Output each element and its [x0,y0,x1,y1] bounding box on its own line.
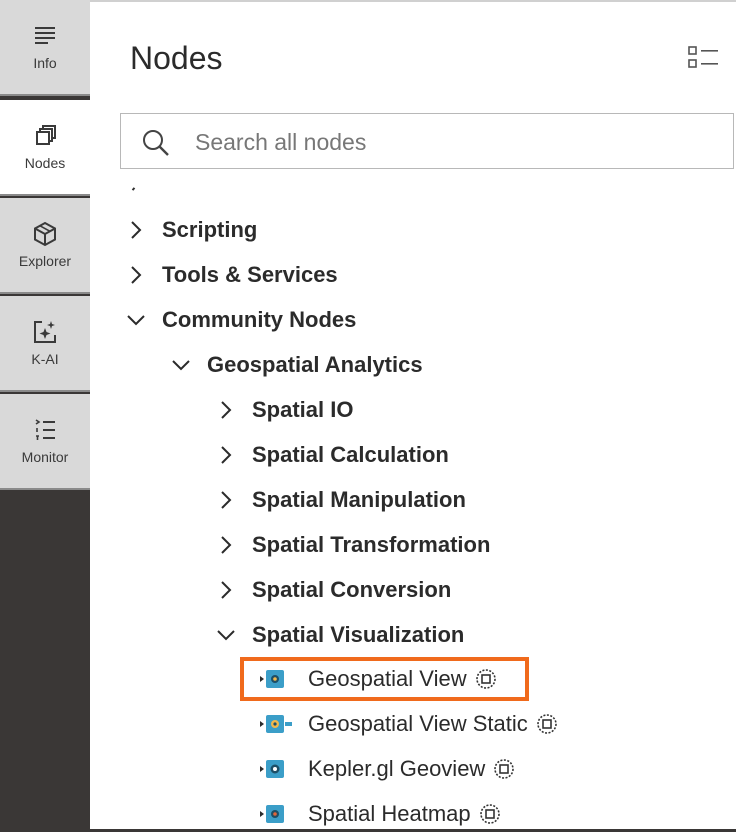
info-lines-icon [35,27,55,44]
category-spatial-calculation[interactable]: Spatial Calculation [216,438,449,472]
chevron-right-icon [221,401,232,419]
node-kepler-gl-geoview[interactable]: Kepler.gl Geoview [260,751,515,787]
category-scripting[interactable]: Scripting [126,213,257,247]
category-spatial-conversion[interactable]: Spatial Conversion [216,573,451,607]
chevron-right-icon [131,221,142,239]
monitor-list-icon [35,419,55,440]
chevron-right-icon [131,266,142,284]
chevron-down-icon [217,630,235,641]
view-static-node-icon [260,715,292,733]
category-spatial-manipulation[interactable]: Spatial Manipulation [216,483,466,517]
community-node-icon [479,804,500,824]
sidebar-item-label: K-AI [31,351,59,367]
category-tools-services[interactable]: Tools & Services [126,258,338,292]
category-label: Community Nodes [162,307,357,332]
category-community-nodes[interactable]: Community Nodes [126,303,356,337]
category-label: Spatial Manipulation [252,487,466,512]
scroll-fragment [131,187,136,191]
category-label: Spatial Visualization [252,622,465,647]
k-ai-sparkle-icon [34,321,56,343]
chevron-right-icon [221,536,232,554]
chevron-right-icon [221,491,232,509]
sidebar-item-label: Monitor [21,449,69,465]
node-label: Geospatial View Static [308,711,528,736]
sidebar-item-info[interactable]: Info [0,0,90,96]
category-spatial-visualization[interactable]: Spatial Visualization [216,618,464,652]
search-box [120,113,734,169]
sidebar-item-k-ai[interactable]: K-AI [0,296,90,392]
selection-highlight [240,657,529,701]
search-icon [143,130,169,156]
category-label: Geospatial Analytics [207,352,423,377]
search-input[interactable] [193,124,717,160]
category-label: Scripting [162,217,258,242]
sidebar-item-explorer[interactable]: Explorer [0,198,90,294]
category-spatial-transformation[interactable]: Spatial Transformation [216,528,490,562]
sidebar-item-label: Info [33,55,57,71]
node-label: Spatial Heatmap [308,801,471,826]
node-label: Kepler.gl Geoview [308,756,486,781]
category-label: Spatial Calculation [252,442,449,467]
page-title: Nodes [130,40,223,76]
sidebar: Info Nodes Explorer K-AI Monitor [0,0,90,829]
category-label: Spatial Transformation [252,532,491,557]
nodes-panel: Nodes Scripting Tools & Services Communi… [90,0,736,829]
display-mode-icon[interactable] [687,44,721,72]
chevron-right-icon [221,581,232,599]
sidebar-item-monitor[interactable]: Monitor [0,394,90,490]
community-node-icon [494,759,515,779]
category-geospatial-analytics[interactable]: Geospatial Analytics [171,348,423,382]
node-geospatial-view-static[interactable]: Geospatial View Static [260,706,558,742]
community-node-icon [536,714,557,734]
node-spatial-heatmap[interactable]: Spatial Heatmap [260,796,501,832]
category-spatial-io[interactable]: Spatial IO [216,393,353,427]
nodes-cube-icon [36,125,56,145]
sidebar-item-label: Explorer [18,253,72,269]
chevron-down-icon [172,360,190,371]
chevron-right-icon [221,446,232,464]
category-label: Spatial IO [252,397,354,422]
explorer-cube-icon [34,221,56,247]
category-label: Spatial Conversion [252,577,452,602]
kepler-node-icon [260,760,284,778]
sidebar-item-label: Nodes [24,155,66,171]
sidebar-item-nodes[interactable]: Nodes [0,100,90,196]
heatmap-node-icon [260,805,284,823]
category-label: Tools & Services [162,262,338,287]
chevron-down-icon [127,315,145,326]
